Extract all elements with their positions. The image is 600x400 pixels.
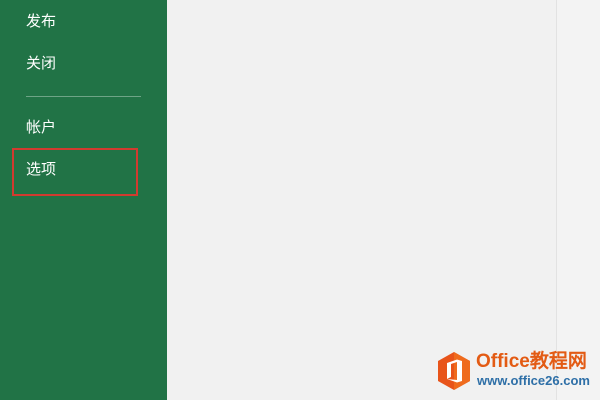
menu-item-close[interactable]: 关闭 (26, 53, 56, 73)
right-panel (557, 0, 600, 400)
watermark: Office教程网 www.office26.com (436, 351, 598, 391)
watermark-title: Office教程网 (476, 351, 587, 372)
watermark-url: www.office26.com (477, 373, 590, 388)
main-content-area (167, 0, 556, 400)
menu-item-publish[interactable]: 发布 (26, 11, 56, 31)
menu-divider (26, 96, 141, 97)
menu-item-options[interactable]: 选项 (26, 159, 56, 179)
backstage-sidebar: 发布 关闭 帐户 选项 (0, 0, 167, 400)
menu-item-account[interactable]: 帐户 (26, 117, 56, 137)
office-logo-icon (438, 352, 470, 390)
